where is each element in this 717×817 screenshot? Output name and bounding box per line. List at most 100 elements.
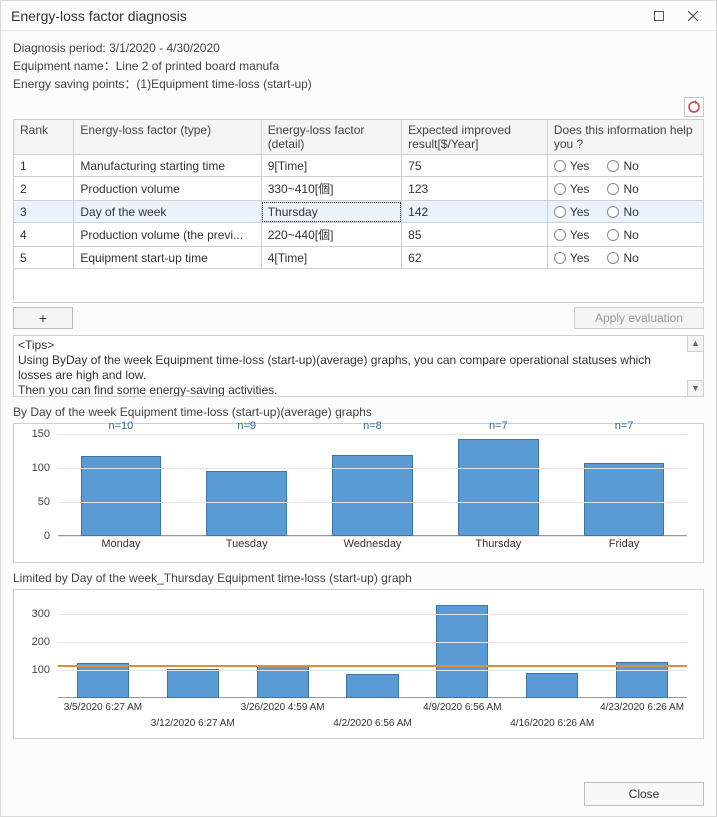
header-result: Expected improved result[$/Year] bbox=[402, 120, 548, 155]
cell-factor: Production volume (the previ... bbox=[74, 223, 261, 247]
y-tick: 100 bbox=[32, 664, 50, 676]
x-label bbox=[597, 718, 687, 732]
close-window-button[interactable] bbox=[676, 4, 710, 28]
bar bbox=[616, 662, 668, 698]
bar bbox=[167, 669, 219, 698]
x-label bbox=[328, 702, 418, 716]
cell-detail: 330~410[個] bbox=[261, 177, 401, 201]
factor-table: Rank Energy-loss factor (type) Energy-lo… bbox=[13, 119, 704, 269]
x-label bbox=[238, 718, 328, 732]
x-label: Wednesday bbox=[310, 538, 436, 558]
radio-no[interactable]: No bbox=[607, 182, 638, 196]
table-row[interactable]: 5Equipment start-up time4[Time]62 Yes No bbox=[14, 247, 704, 269]
cell-detail: 9[Time] bbox=[261, 155, 401, 177]
bar bbox=[77, 663, 129, 698]
cell-detail: 4[Time] bbox=[261, 247, 401, 269]
bar-annotation: n=10 bbox=[109, 420, 134, 432]
cell-result: 123 bbox=[402, 177, 548, 201]
bar bbox=[584, 463, 665, 536]
x-label: 4/16/2020 6:26 AM bbox=[507, 718, 597, 732]
y-tick: 100 bbox=[32, 462, 50, 474]
cell-detail: Thursday bbox=[261, 201, 401, 223]
radio-yes[interactable]: Yes bbox=[554, 228, 590, 242]
x-label: Tuesday bbox=[184, 538, 310, 558]
y-tick: 150 bbox=[32, 428, 50, 440]
energy-saving-points: Energy saving points：(1)Equipment time-l… bbox=[13, 75, 704, 93]
bar-annotation: n=8 bbox=[363, 420, 382, 432]
chart2-title: Limited by Day of the week_Thursday Equi… bbox=[13, 571, 704, 585]
table-row[interactable]: 4Production volume (the previ...220~440[… bbox=[14, 223, 704, 247]
radio-no[interactable]: No bbox=[607, 228, 638, 242]
x-label bbox=[148, 702, 238, 716]
cell-help: Yes No bbox=[547, 177, 703, 201]
x-label: 3/5/2020 6:27 AM bbox=[58, 702, 148, 716]
bar bbox=[436, 605, 488, 698]
bar bbox=[526, 673, 578, 698]
header-rank: Rank bbox=[14, 120, 74, 155]
x-label: Monday bbox=[58, 538, 184, 558]
window-title: Energy-loss factor diagnosis bbox=[11, 8, 642, 24]
trend-line bbox=[58, 665, 687, 667]
cell-help: Yes No bbox=[547, 201, 703, 223]
bar bbox=[346, 674, 398, 698]
cell-rank: 1 bbox=[14, 155, 74, 177]
x-label bbox=[417, 718, 507, 732]
bar bbox=[206, 471, 287, 536]
cell-help: Yes No bbox=[547, 247, 703, 269]
radio-no[interactable]: No bbox=[607, 159, 638, 173]
cell-help: Yes No bbox=[547, 155, 703, 177]
table-row[interactable]: 2Production volume330~410[個]123 Yes No bbox=[14, 177, 704, 201]
cell-rank: 3 bbox=[14, 201, 74, 223]
refresh-icon[interactable] bbox=[684, 97, 704, 117]
y-tick: 300 bbox=[32, 608, 50, 620]
add-row-button[interactable]: + bbox=[13, 307, 73, 329]
cell-detail: 220~440[個] bbox=[261, 223, 401, 247]
x-label: Friday bbox=[561, 538, 687, 558]
chart2: 100 200 300 3/5/2020 6:27 AM 3/26/2020 4:59… bbox=[13, 589, 704, 739]
radio-yes[interactable]: Yes bbox=[554, 159, 590, 173]
cell-rank: 4 bbox=[14, 223, 74, 247]
diagnosis-period: Diagnosis period: 3/1/2020 - 4/30/2020 bbox=[13, 39, 704, 57]
cell-result: 85 bbox=[402, 223, 548, 247]
table-row[interactable]: 1Manufacturing starting time9[Time]75Yes… bbox=[14, 155, 704, 177]
table-row[interactable]: 3Day of the weekThursday142YesNo bbox=[14, 201, 704, 223]
table-empty-area bbox=[13, 269, 704, 303]
radio-yes[interactable]: Yes bbox=[554, 251, 590, 265]
radio-yes[interactable]: Yes bbox=[554, 182, 590, 196]
maximize-button[interactable] bbox=[642, 4, 676, 28]
x-label: 3/26/2020 4:59 AM bbox=[238, 702, 328, 716]
x-label: 4/23/2020 6:26 AM bbox=[597, 702, 687, 716]
chart1: 050100150 n=10n=9n=8n=7n=7 MondayTuesday… bbox=[13, 423, 704, 563]
radio-no[interactable]: No bbox=[607, 251, 638, 265]
tips-scroll-up[interactable]: ▲ bbox=[687, 336, 703, 352]
y-tick: 50 bbox=[38, 496, 50, 508]
cell-rank: 5 bbox=[14, 247, 74, 269]
chart1-title: By Day of the week Equipment time-loss (… bbox=[13, 405, 704, 419]
cell-result: 75 bbox=[402, 155, 548, 177]
cell-rank: 2 bbox=[14, 177, 74, 201]
radio-yes[interactable]: Yes bbox=[554, 205, 590, 219]
x-label: 3/12/2020 6:27 AM bbox=[148, 718, 238, 732]
bar-annotation: n=7 bbox=[489, 420, 508, 432]
header-factor: Energy-loss factor (type) bbox=[74, 120, 261, 155]
bar bbox=[458, 439, 539, 536]
radio-no[interactable]: No bbox=[607, 205, 638, 219]
cell-factor: Equipment start-up time bbox=[74, 247, 261, 269]
header-detail: Energy-loss factor (detail) bbox=[261, 120, 401, 155]
equipment-name: Equipment name：Line 2 of printed board m… bbox=[13, 57, 704, 75]
cell-result: 62 bbox=[402, 247, 548, 269]
close-button[interactable]: Close bbox=[584, 782, 704, 806]
header-help: Does this information help you ? bbox=[547, 120, 703, 155]
tips-scroll-down[interactable]: ▼ bbox=[687, 380, 703, 396]
tips-box: <Tips> Using ByDay of the week Equipment… bbox=[13, 335, 704, 397]
cell-help: Yes No bbox=[547, 223, 703, 247]
apply-evaluation-button[interactable]: Apply evaluation bbox=[574, 307, 704, 329]
x-label bbox=[58, 718, 148, 732]
y-tick: 200 bbox=[32, 636, 50, 648]
x-label: 4/2/2020 6:56 AM bbox=[328, 718, 418, 732]
cell-factor: Day of the week bbox=[74, 201, 261, 223]
x-label: Thursday bbox=[435, 538, 561, 558]
cell-factor: Manufacturing starting time bbox=[74, 155, 261, 177]
x-label: 4/9/2020 6:56 AM bbox=[417, 702, 507, 716]
cell-factor: Production volume bbox=[74, 177, 261, 201]
